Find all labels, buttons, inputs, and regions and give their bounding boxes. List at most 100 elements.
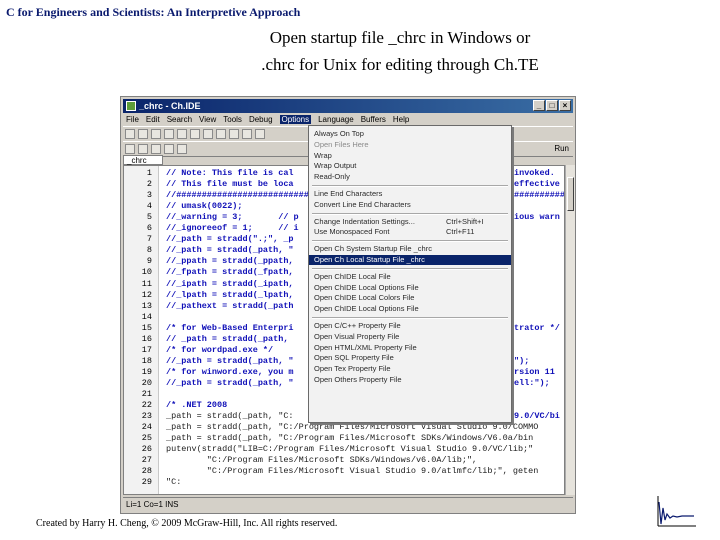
- options-menu-item[interactable]: Open ChIDE Local File: [309, 272, 511, 282]
- scrollbar-thumb[interactable]: [567, 177, 574, 211]
- options-menu-item[interactable]: Always On Top: [309, 129, 511, 139]
- line-number: 11: [141, 278, 152, 289]
- options-menu-item[interactable]: Convert Line End Characters: [309, 200, 511, 210]
- save-icon[interactable]: [151, 129, 161, 139]
- options-dropdown-menu: Always On Top Open Files Here Wrap Wrap Out…: [308, 125, 512, 423]
- line-number: 29: [141, 477, 152, 488]
- slide-title-line-1: Open startup file _chrc in Windows or: [269, 28, 531, 47]
- print-icon[interactable]: [177, 129, 187, 139]
- code-line: /* for Web-Based Enterpri: [166, 322, 294, 333]
- close-button[interactable]: ×: [559, 100, 571, 111]
- code-line-fragment: rsion 11: [514, 366, 555, 377]
- line-number: 21: [141, 389, 152, 399]
- step-icon[interactable]: [164, 144, 174, 154]
- options-menu-item[interactable]: Open Files Here: [309, 140, 511, 150]
- code-line: putenv(stradd("LIB=C:/Program Files/Micr…: [166, 444, 534, 455]
- menu-item-label: Open Visual Property File: [314, 331, 400, 341]
- code-line: //_ipath = stradd(_ipath,: [166, 278, 294, 289]
- line-number: 17: [141, 344, 152, 355]
- code-line: //_path = stradd(_path, ": [166, 355, 294, 366]
- maximize-button[interactable]: □: [546, 100, 558, 111]
- code-line: "C:/Program Files/Microsoft SDKs/Windows…: [166, 455, 478, 466]
- menu-tools[interactable]: Tools: [223, 115, 242, 124]
- options-menu-item[interactable]: Open HTML/XML Property File: [309, 343, 511, 353]
- window-titlebar[interactable]: _chrc - Ch.IDE _ □ ×: [123, 99, 573, 113]
- minimize-button[interactable]: _: [533, 100, 545, 111]
- options-menu-item[interactable]: Open Ch Local Startup File _chrc: [309, 255, 511, 265]
- options-menu-item[interactable]: Wrap: [309, 151, 511, 161]
- menu-view[interactable]: View: [199, 115, 216, 124]
- line-number: 28: [141, 466, 152, 477]
- menu-item-label: Open Tex Property File: [314, 364, 391, 374]
- code-line: //_ignoreeof = 1; // i: [166, 223, 299, 234]
- menu-search[interactable]: Search: [167, 115, 192, 124]
- run-icon[interactable]: [125, 144, 135, 154]
- options-menu-item[interactable]: Open Tex Property File: [309, 364, 511, 374]
- code-line: //_path = stradd(_path, ": [166, 377, 294, 388]
- options-menu-item[interactable]: Open ChIDE Local Options File: [309, 304, 511, 314]
- code-line: //##########################: [166, 190, 309, 201]
- menu-language[interactable]: Language: [318, 115, 354, 124]
- options-menu-item[interactable]: Open Others Property File: [309, 375, 511, 385]
- signal-logo-icon: [657, 496, 696, 527]
- line-number: 7: [146, 234, 152, 245]
- menu-options[interactable]: Options: [279, 115, 312, 124]
- line-number: 15: [141, 322, 152, 333]
- code-line: //_path = stradd(_path, ": [166, 245, 294, 256]
- menu-help[interactable]: Help: [393, 115, 409, 124]
- continue-icon[interactable]: [138, 144, 148, 154]
- close-file-icon[interactable]: [164, 129, 174, 139]
- options-menu-item[interactable]: Read-Only: [309, 172, 511, 182]
- menu-item-label: Open ChIDE Local File: [314, 271, 391, 281]
- copy-icon[interactable]: [203, 129, 213, 139]
- menu-separator: [312, 185, 508, 187]
- cut-icon[interactable]: [190, 129, 200, 139]
- line-number: 19: [141, 366, 152, 377]
- options-menu-item[interactable]: Use Monospaced Font Ctrl+F11: [309, 227, 511, 237]
- open-file-icon[interactable]: [138, 129, 148, 139]
- paste-icon[interactable]: [216, 129, 226, 139]
- abort-icon[interactable]: [151, 144, 161, 154]
- options-menu-item[interactable]: Line End Characters: [309, 189, 511, 199]
- menu-debug[interactable]: Debug: [249, 115, 273, 124]
- menu-buffers[interactable]: Buffers: [361, 115, 386, 124]
- options-menu-item[interactable]: Open ChIDE Local Options File: [309, 283, 511, 293]
- options-menu-item[interactable]: Change Indentation Settings... Ctrl+Shift…: [309, 217, 511, 227]
- options-menu-item[interactable]: Wrap Output: [309, 161, 511, 171]
- options-menu-item[interactable]: Open C/C++ Property File: [309, 321, 511, 331]
- menu-item-label: Open ChIDE Local Colors File: [314, 293, 415, 303]
- line-number: 13: [141, 300, 152, 311]
- line-number: 20: [141, 377, 152, 388]
- line-number: 16: [141, 333, 152, 344]
- line-number: 5: [146, 212, 152, 223]
- code-line: "C:/Program Files/Microsoft Visual Studi…: [166, 466, 539, 477]
- menu-item-label: Open HTML/XML Property File: [314, 342, 417, 352]
- menu-file[interactable]: File: [126, 115, 139, 124]
- tab-chrc[interactable]: _chrc: [123, 155, 163, 165]
- menu-item-label: Open Others Property File: [314, 375, 402, 384]
- options-menu-item[interactable]: Open Visual Property File: [309, 332, 511, 342]
- menu-separator: [312, 317, 508, 319]
- code-line: //_ppath = stradd(_ppath,: [166, 256, 294, 267]
- find-icon[interactable]: [255, 129, 265, 139]
- app-icon: [126, 101, 136, 111]
- line-number: 22: [141, 400, 152, 411]
- window-title: _chrc - Ch.IDE: [139, 101, 201, 111]
- options-menu-item[interactable]: Open Ch System Startup File _chrc: [309, 244, 511, 254]
- redo-icon[interactable]: [242, 129, 252, 139]
- menu-item-label: Open Ch Local Startup File _chrc: [314, 255, 425, 264]
- line-number: 12: [141, 289, 152, 300]
- line-number: 6: [146, 223, 152, 234]
- options-menu-item[interactable]: Open SQL Property File: [309, 353, 511, 363]
- run-button[interactable]: Run: [554, 144, 569, 153]
- vertical-scrollbar[interactable]: [565, 165, 575, 495]
- code-line-fragment: trator */: [514, 322, 560, 333]
- slide-header: C for Engineers and Scientists: An Inter…: [6, 5, 301, 19]
- code-line: _path = stradd(_path, "C:/Program Files/…: [166, 422, 539, 433]
- options-menu-item[interactable]: Open ChIDE Local Colors File: [309, 293, 511, 303]
- undo-icon[interactable]: [229, 129, 239, 139]
- code-line: //_warning = 3; // p: [166, 212, 299, 223]
- new-file-icon[interactable]: [125, 129, 135, 139]
- next-icon[interactable]: [177, 144, 187, 154]
- menu-edit[interactable]: Edit: [146, 115, 160, 124]
